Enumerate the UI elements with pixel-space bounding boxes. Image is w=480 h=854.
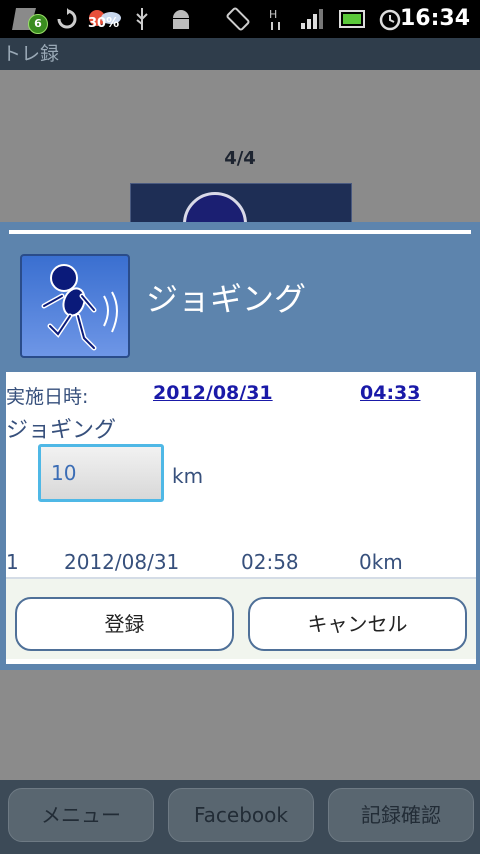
time-link[interactable]: 04:33	[360, 382, 420, 404]
distance-input[interactable]: 10	[38, 444, 164, 502]
notification-icon: 6	[8, 4, 48, 34]
facebook-button[interactable]: Facebook	[168, 788, 314, 842]
history-date: 2012/08/31	[64, 550, 180, 574]
history-distance: 0km	[359, 550, 403, 574]
register-button[interactable]: 登録	[15, 597, 234, 651]
notification-count: 6	[28, 14, 48, 34]
hspa-icon: H	[266, 4, 286, 34]
exercise-label: ジョギング	[6, 418, 117, 443]
dialog-title: ジョギング	[146, 280, 307, 318]
rotation-icon	[224, 4, 252, 34]
dialog-divider	[9, 230, 471, 234]
date-link[interactable]: 2012/08/31	[153, 382, 273, 404]
page-indicator: 4/4	[224, 148, 256, 169]
jogging-icon	[20, 254, 130, 358]
menu-button[interactable]: メニュー	[8, 788, 154, 842]
date-label: 実施日時:	[6, 386, 89, 408]
records-button[interactable]: 記録確認	[328, 788, 474, 842]
distance-unit: km	[172, 464, 204, 488]
background-card	[130, 183, 352, 256]
signal-icon	[298, 4, 326, 34]
app-title-bar: トレ録	[0, 38, 480, 70]
battery-icon	[338, 4, 368, 34]
history-time: 02:58	[241, 550, 299, 574]
dialog-body: 実施日時: 2012/08/31 04:33 ジョギング 10 km 1 201…	[6, 372, 476, 664]
weather-percent: 30%	[88, 16, 120, 31]
app-title: トレ録	[2, 43, 60, 65]
dialog-button-bar: 登録 キャンセル	[6, 577, 476, 659]
exercise-dialog: ジョギング 実施日時: 2012/08/31 04:33 ジョギング 10 km…	[0, 222, 480, 670]
usb-icon	[132, 4, 152, 34]
status-bar: 6 30% H 16:34	[0, 0, 480, 38]
svg-text:H: H	[269, 8, 277, 21]
bottom-nav: メニュー Facebook 記録確認	[0, 780, 480, 854]
sync-icon	[54, 4, 80, 34]
history-index: 1	[6, 550, 19, 574]
clock: 16:34	[399, 6, 470, 31]
android-debug-icon	[168, 4, 194, 34]
cancel-button[interactable]: キャンセル	[248, 597, 467, 651]
